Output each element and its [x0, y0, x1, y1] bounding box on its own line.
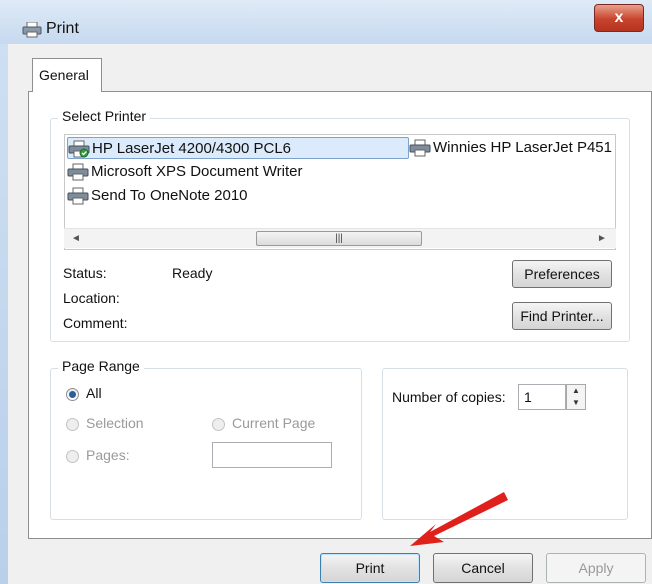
printer-item-winnies-hp-laserjet[interactable]: Winnies HP LaserJet P451: [409, 137, 612, 159]
status-label: Status:: [63, 265, 107, 281]
copies-spinner[interactable]: ▲ ▼: [566, 384, 586, 410]
page-range-title: Page Range: [58, 358, 144, 374]
printer-name: Winnies HP LaserJet P451: [433, 139, 612, 156]
printer-name: Microsoft XPS Document Writer: [91, 163, 303, 180]
scrollbar-thumb[interactable]: |||: [256, 231, 422, 246]
spin-up-icon[interactable]: ▲: [567, 385, 585, 397]
window-title: Print: [46, 20, 79, 37]
default-printer-icon: [68, 140, 90, 158]
preferences-button[interactable]: Preferences: [512, 260, 612, 288]
title-bar: Print x: [0, 0, 652, 44]
red-arrow-annotation: [410, 492, 508, 546]
printer-list-horizontal-scrollbar[interactable]: ◄ ||| ►: [64, 228, 616, 248]
copies-value: 1: [524, 389, 532, 405]
copies-label: Number of copies:: [392, 389, 506, 405]
selection-radio[interactable]: [66, 418, 79, 431]
printer-icon: [67, 163, 89, 181]
apply-button[interactable]: Apply: [546, 553, 646, 583]
print-dialog-window: Print x General Select Printer HP LaserJ…: [0, 0, 652, 584]
spin-down-icon[interactable]: ▼: [567, 397, 585, 409]
selection-label: Selection: [86, 415, 144, 431]
current-page-radio[interactable]: [212, 418, 225, 431]
location-label: Location:: [63, 290, 120, 306]
all-label: All: [86, 385, 102, 401]
scroll-right-icon[interactable]: ►: [594, 231, 610, 247]
current-page-label: Current Page: [232, 415, 316, 431]
copies-input[interactable]: 1: [518, 384, 566, 410]
close-button[interactable]: x: [594, 4, 644, 32]
all-radio[interactable]: [66, 388, 79, 401]
printer-item-send-to-onenote[interactable]: Send To OneNote 2010: [67, 185, 248, 207]
pages-input[interactable]: [212, 442, 332, 468]
find-printer-button[interactable]: Find Printer...: [512, 302, 612, 330]
printer-name: Send To OneNote 2010: [91, 187, 248, 204]
status-value: Ready: [172, 265, 213, 281]
printer-icon: [67, 187, 89, 205]
printer-icon: [409, 139, 431, 157]
scroll-left-icon[interactable]: ◄: [68, 231, 84, 247]
printer-icon: [22, 22, 42, 38]
pages-radio[interactable]: [66, 450, 79, 463]
printer-item-microsoft-xps[interactable]: Microsoft XPS Document Writer: [67, 161, 302, 183]
printer-name: HP LaserJet 4200/4300 PCL6: [92, 140, 292, 157]
tab-general[interactable]: General: [32, 58, 102, 92]
printer-item-hp-laserjet-4200[interactable]: HP LaserJet 4200/4300 PCL6: [67, 137, 409, 159]
select-printer-title: Select Printer: [58, 108, 151, 124]
pages-label: Pages:: [86, 447, 130, 463]
comment-label: Comment:: [63, 315, 128, 331]
